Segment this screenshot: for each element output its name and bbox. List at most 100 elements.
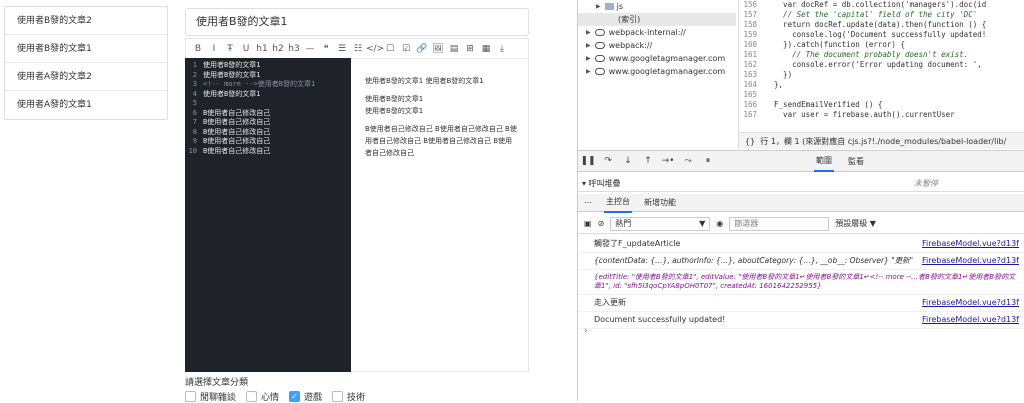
clear-console-icon[interactable]: ⊘ bbox=[598, 219, 605, 228]
console-message[interactable]: 觸發了F_updateArticle bbox=[594, 239, 680, 249]
context-select[interactable]: 熱門 ▼ bbox=[610, 216, 711, 231]
line-number: 164 bbox=[743, 80, 757, 89]
code-text: console.error('Error updating document: … bbox=[765, 60, 982, 69]
deactivate-breakpoints-icon[interactable]: ⤳ bbox=[678, 156, 698, 166]
file-tree-label: js bbox=[616, 2, 624, 11]
toolbar-button[interactable]: ❝ bbox=[318, 41, 334, 57]
code-text: console.log('Document successfully updat… bbox=[765, 30, 987, 39]
line-text: 使用者B發的文章1 bbox=[203, 89, 261, 98]
category-option[interactable]: 技術 bbox=[332, 390, 365, 403]
checkbox[interactable] bbox=[246, 391, 258, 402]
markdown-editor[interactable]: 1 使用者B發的文章1 2 使用者B發的文章1 3 <!-- more -->使用者B發的… bbox=[185, 58, 351, 372]
sidebar-toggle-icon[interactable]: ▣ bbox=[584, 219, 592, 228]
console-message[interactable]: 走入更新 bbox=[594, 298, 626, 308]
code-line: 167 var user = firebase.auth().currentUs… bbox=[739, 110, 1024, 120]
console-source-link[interactable]: FirebaseModel.vue?d13f bbox=[922, 239, 1019, 249]
toolbar-button[interactable]: ☑ bbox=[398, 41, 414, 57]
line-number: 6 bbox=[192, 108, 197, 117]
toolbar-button[interactable]: B bbox=[190, 41, 206, 57]
file-tree-item[interactable]: (索引) bbox=[578, 13, 736, 26]
line-number: 5 bbox=[192, 99, 197, 107]
pause-on-exceptions-icon[interactable]: ⏸ bbox=[698, 156, 718, 166]
source-code-view[interactable]: 156 var docRef = db.collection('managers… bbox=[738, 0, 1024, 132]
devtools-panel: ▶ js (索引) ▶ webpack-internal:// ▶ webpack:// ▶ w… bbox=[577, 0, 1024, 401]
category-checkboxes: 閒聊雜談 心情 ✓ 遊戲 技術 bbox=[185, 390, 365, 403]
file-tree-item[interactable]: ▶ webpack:// bbox=[578, 39, 736, 52]
console-message[interactable]: {editTitle: "使用者B發的文章1", editValue: "使用者… bbox=[594, 273, 1019, 291]
code-text: return docRef.update(data).then(function… bbox=[765, 20, 987, 29]
expand-icon[interactable]: ▶ bbox=[586, 52, 591, 65]
toolbar-button[interactable]: I bbox=[206, 41, 222, 57]
drawer-menu-icon[interactable]: ⋯ bbox=[584, 198, 592, 207]
console-row: 走入更新 FirebaseModel.vue?d13f bbox=[578, 295, 1024, 312]
toolbar-button[interactable]: U bbox=[238, 41, 254, 57]
console-source-link[interactable]: FirebaseModel.vue?d13f bbox=[922, 256, 1019, 266]
editor-line: 10 B使用者自己修改自己 bbox=[185, 147, 351, 157]
list-item[interactable]: 使用者A發的文章2 bbox=[5, 63, 167, 91]
category-option[interactable]: 心情 bbox=[246, 390, 279, 403]
file-tree-item[interactable]: ▶ webpack-internal:// bbox=[578, 26, 736, 39]
toolbar-button[interactable]: ▦ bbox=[478, 41, 494, 57]
line-number: 157 bbox=[743, 10, 757, 19]
toolbar-button[interactable]: </> bbox=[366, 41, 384, 57]
toolbar-button[interactable]: ☷ bbox=[350, 41, 366, 57]
checkbox[interactable] bbox=[332, 391, 344, 402]
checkbox[interactable]: ✓ bbox=[289, 391, 301, 402]
step-icon[interactable]: →• bbox=[658, 156, 678, 166]
console-prompt[interactable]: › bbox=[584, 326, 588, 336]
console-message[interactable]: {contentData: {…}, authorInfo: {…}, abou… bbox=[594, 256, 913, 266]
toolbar-button[interactable]: ▤ bbox=[446, 41, 462, 57]
format-icon[interactable]: {} bbox=[745, 137, 755, 146]
toolbar-button[interactable]: 🔗 bbox=[414, 41, 430, 57]
list-item[interactable]: 使用者B發的文章2 bbox=[5, 7, 167, 35]
toolbar-button[interactable]: h1 bbox=[254, 41, 270, 57]
category-option[interactable]: ✓ 遊戲 bbox=[289, 390, 322, 403]
log-levels-select[interactable]: 預設層級 ▼ bbox=[835, 218, 876, 229]
scope-tabs: 範圍 監看 bbox=[814, 150, 864, 172]
file-tree-item[interactable]: ▶ www.googletagmanager.com bbox=[578, 65, 736, 78]
category-option[interactable]: 閒聊雜談 bbox=[185, 390, 236, 403]
line-text: 使用者B發的文章1 bbox=[203, 61, 261, 69]
tab-scope[interactable]: 範圍 bbox=[814, 151, 834, 172]
pause-icon[interactable]: ❚❚ bbox=[578, 156, 598, 166]
console-source-link[interactable]: FirebaseModel.vue?d13f bbox=[922, 315, 1019, 325]
article-title-input[interactable]: 使用者B發的文章1 bbox=[185, 8, 529, 36]
category-label: 遊戲 bbox=[304, 393, 323, 403]
code-line: 159 console.log('Document successfully u… bbox=[739, 30, 1024, 40]
toolbar-button[interactable]: h2 bbox=[270, 41, 286, 57]
checkbox[interactable] bbox=[185, 391, 196, 402]
expand-icon[interactable]: ▶ bbox=[586, 65, 591, 78]
step-out-icon[interactable]: ↑ bbox=[638, 156, 658, 166]
tab-watch[interactable]: 監看 bbox=[848, 156, 864, 167]
expand-icon[interactable]: ▶ bbox=[586, 39, 591, 52]
tab-console[interactable]: 主控台 bbox=[604, 192, 632, 213]
expand-icon[interactable]: ▶ bbox=[596, 0, 601, 13]
call-stack-header[interactable]: ▾ 呼叫堆疊 bbox=[578, 176, 1024, 192]
preview-paragraph: B使用者自己修改自己 B使用者自己修改自己 B使用者自己修改自己 B使用者自己修… bbox=[365, 125, 517, 157]
toolbar-button[interactable]: ⤓ bbox=[494, 41, 510, 57]
live-expression-icon[interactable]: ◉ bbox=[716, 219, 723, 228]
toolbar-button[interactable]: ☐ bbox=[382, 41, 398, 57]
list-item[interactable]: 使用者A發的文章1 bbox=[5, 91, 167, 119]
toolbar-button[interactable]: h3 bbox=[286, 41, 302, 57]
step-into-icon[interactable]: ↓ bbox=[618, 156, 638, 166]
expand-icon[interactable]: ▶ bbox=[586, 26, 591, 39]
line-number: 163 bbox=[743, 70, 757, 79]
toolbar-button[interactable]: ⊞ bbox=[462, 41, 478, 57]
step-over-icon[interactable]: ↷ bbox=[598, 156, 618, 166]
editor-line: 6 B使用者自己修改自己 bbox=[185, 109, 351, 119]
toolbar-button[interactable]: ☰ bbox=[334, 41, 350, 57]
file-tree-label: webpack:// bbox=[608, 41, 653, 50]
toolbar-button[interactable]: Ŧ bbox=[222, 41, 238, 57]
console-filter-input[interactable]: 篩選器 bbox=[729, 216, 830, 231]
list-item[interactable]: 使用者B發的文章1 bbox=[5, 35, 167, 63]
tab-whats-new[interactable]: 新增功能 bbox=[644, 197, 676, 208]
file-tree-item[interactable]: ▶ www.googletagmanager.com bbox=[578, 52, 736, 65]
console-message[interactable]: Document successfully updated! bbox=[594, 315, 725, 325]
toolbar-button[interactable]: — bbox=[302, 41, 318, 57]
file-tree-item[interactable]: ▶ js bbox=[578, 0, 736, 13]
console-source-link[interactable]: FirebaseModel.vue?d13f bbox=[922, 298, 1019, 308]
cloud-icon bbox=[594, 42, 605, 49]
toolbar-button[interactable]: 🖼 bbox=[430, 41, 446, 57]
cursor-position: 行 1，欄 1 (來源對應自 cjs.js?!./node_modules/ba… bbox=[760, 137, 1007, 146]
